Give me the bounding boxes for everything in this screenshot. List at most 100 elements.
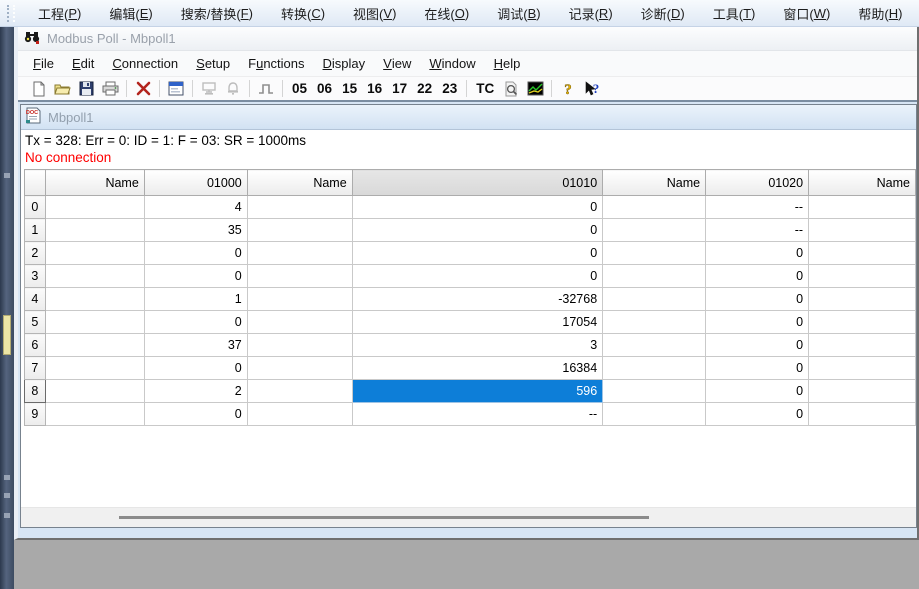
help-button[interactable]: ? (556, 78, 580, 99)
grid-cell[interactable] (603, 311, 706, 334)
setup-dialog-button[interactable] (164, 78, 188, 99)
grid-cell[interactable] (45, 403, 144, 426)
pulse-function-button[interactable] (254, 78, 278, 99)
grid-cell[interactable]: 17054 (352, 311, 603, 334)
grid-cell[interactable]: 3 (352, 334, 603, 357)
grid-cell[interactable]: 0 (352, 196, 603, 219)
grid-row-number[interactable]: 1 (25, 219, 46, 242)
host-menu-item[interactable]: 工具(T) (699, 0, 770, 27)
grid-header-cell[interactable]: 01000 (144, 170, 247, 196)
test-center-button[interactable]: TC (471, 78, 499, 99)
document-titlebar[interactable]: DOC Mbpoll1 (21, 105, 916, 130)
grid-cell[interactable] (603, 334, 706, 357)
grid-row-number[interactable]: 6 (25, 334, 46, 357)
host-menu-item[interactable]: 工程(P) (24, 0, 95, 27)
grid-cell[interactable] (247, 242, 352, 265)
grid-cell[interactable] (603, 357, 706, 380)
grid-cell[interactable]: 0 (706, 380, 809, 403)
grid-cell[interactable]: -- (706, 196, 809, 219)
function-code-17-button[interactable]: 17 (387, 78, 412, 99)
grid-row-number[interactable]: 2 (25, 242, 46, 265)
open-file-button[interactable] (50, 78, 74, 99)
grid-cell[interactable] (809, 242, 916, 265)
grid-cell[interactable] (247, 265, 352, 288)
auto-poll-button-disabled[interactable] (221, 78, 245, 99)
grid-cell[interactable]: 0 (144, 357, 247, 380)
host-menu-item[interactable]: 转换(C) (267, 0, 339, 27)
grid-cell[interactable]: 35 (144, 219, 247, 242)
print-preview-button[interactable] (499, 78, 523, 99)
left-dock-strip[interactable] (0, 27, 14, 589)
grid-row-number[interactable]: 5 (25, 311, 46, 334)
grid-cell[interactable]: 0 (706, 357, 809, 380)
grid-cell[interactable]: 0 (144, 242, 247, 265)
grid-cell[interactable]: 0 (352, 219, 603, 242)
grid-header-cell[interactable]: Name (603, 170, 706, 196)
grid-row-number[interactable]: 9 (25, 403, 46, 426)
host-menu-item[interactable]: 窗口(W) (769, 0, 844, 27)
app-menu-item[interactable]: View (374, 51, 420, 76)
grid-cell[interactable] (809, 357, 916, 380)
grid-header-cell[interactable]: Name (45, 170, 144, 196)
grid-row-number[interactable]: 4 (25, 288, 46, 311)
app-menu-item[interactable]: Connection (103, 51, 187, 76)
app-menu-item[interactable]: Edit (63, 51, 103, 76)
grid-cell[interactable] (45, 219, 144, 242)
grid-cell[interactable] (247, 357, 352, 380)
grid-cell[interactable] (247, 403, 352, 426)
grid-cell[interactable] (603, 196, 706, 219)
function-code-22-button[interactable]: 22 (412, 78, 437, 99)
host-menu-item[interactable]: 调试(B) (483, 0, 554, 27)
grid-cell[interactable] (809, 196, 916, 219)
horizontal-scrollbar[interactable] (21, 507, 916, 527)
grid-header-cell[interactable]: 01010 (352, 170, 603, 196)
grid-header-cell[interactable]: Name (809, 170, 916, 196)
grid-cell[interactable] (603, 219, 706, 242)
grid-cell[interactable]: 0 (706, 288, 809, 311)
app-menu-item[interactable]: Window (420, 51, 484, 76)
save-button[interactable] (74, 78, 98, 99)
app-menu-item[interactable]: Functions (239, 51, 313, 76)
grid-cell[interactable] (603, 242, 706, 265)
grid-cell[interactable]: -32768 (352, 288, 603, 311)
app-titlebar[interactable]: Modbus Poll - Mbpoll1 (18, 27, 917, 51)
app-menu-item[interactable]: Help (485, 51, 530, 76)
grid-cell[interactable]: 0 (706, 311, 809, 334)
grid-cell[interactable]: 0 (706, 265, 809, 288)
grid-cell[interactable] (603, 288, 706, 311)
grid-header-cell[interactable]: 01020 (706, 170, 809, 196)
grid-cell[interactable] (809, 380, 916, 403)
grid-row-number[interactable]: 3 (25, 265, 46, 288)
grid-cell[interactable] (45, 357, 144, 380)
grid-cell[interactable]: 0 (144, 311, 247, 334)
grid-cell[interactable] (809, 334, 916, 357)
grid-cell[interactable] (45, 242, 144, 265)
grid-cell[interactable] (45, 288, 144, 311)
grid-cell[interactable] (45, 196, 144, 219)
grid-cell[interactable]: 37 (144, 334, 247, 357)
app-menu-item[interactable]: Display (314, 51, 375, 76)
app-menu-item[interactable]: File (24, 51, 63, 76)
grid-row-number[interactable]: 0 (25, 196, 46, 219)
grid-cell[interactable] (45, 311, 144, 334)
grid-cell[interactable] (247, 380, 352, 403)
grid-header-cell[interactable] (25, 170, 46, 196)
horizontal-scrollbar-thumb[interactable] (119, 516, 649, 519)
print-button[interactable] (98, 78, 122, 99)
toolbar-grip-handle[interactable] (7, 5, 15, 22)
grid-cell[interactable]: -- (706, 219, 809, 242)
grid-cell[interactable]: 596 (352, 380, 603, 403)
grid-cell[interactable] (45, 265, 144, 288)
function-code-16-button[interactable]: 16 (362, 78, 387, 99)
grid-cell[interactable] (603, 403, 706, 426)
grid-cell[interactable] (45, 380, 144, 403)
grid-cell[interactable]: 2 (144, 380, 247, 403)
poll-once-button-disabled[interactable] (197, 78, 221, 99)
grid-cell[interactable] (247, 334, 352, 357)
function-code-05-button[interactable]: 05 (287, 78, 312, 99)
grid-cell[interactable]: 0 (352, 265, 603, 288)
host-menu-item[interactable]: 记录(R) (555, 0, 627, 27)
host-menu-item[interactable]: 编辑(E) (95, 0, 166, 27)
context-help-button[interactable]: ? (580, 78, 604, 99)
host-menu-item[interactable]: 视图(V) (339, 0, 410, 27)
